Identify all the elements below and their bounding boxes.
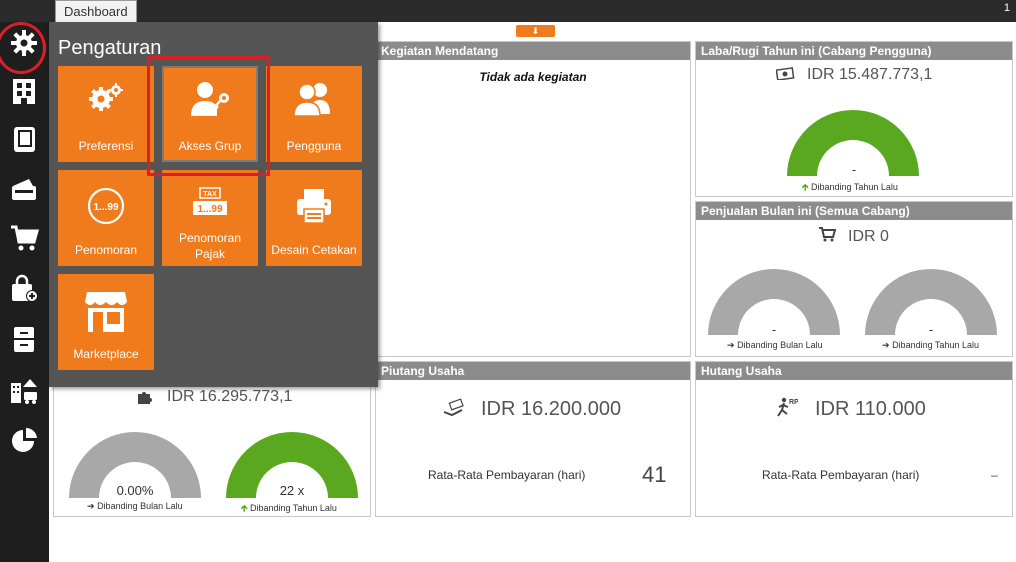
pie-chart-icon	[9, 425, 39, 460]
payables-amount: IDR 110.000	[815, 398, 926, 420]
panel-upcoming-activities: Kegiatan Mendatang Tidak ada kegiatan	[375, 41, 691, 357]
sidebar-item-ledger[interactable]	[5, 122, 43, 160]
panel-title: Kegiatan Mendatang	[376, 42, 690, 60]
building-icon	[9, 76, 39, 111]
puzzle-icon	[136, 388, 154, 411]
tile-label-line1: Penomoran	[178, 231, 242, 245]
sidebar	[0, 22, 49, 562]
top-counter[interactable]: 1	[1004, 2, 1010, 14]
tile-label: Penomoran	[74, 243, 138, 257]
money-icon	[775, 66, 796, 85]
panel-title: Laba/Rugi Tahun ini (Cabang Pengguna)	[696, 42, 1012, 60]
inventory-amount: IDR 16.295.773,1	[167, 388, 293, 405]
numbering-icon: 1...99	[58, 186, 154, 226]
sales-gauge-year-value: -	[928, 322, 934, 337]
sidebar-item-settings[interactable]	[5, 26, 43, 64]
panel-sales: Penjualan Bulan ini (Semua Cabang) IDR 0…	[695, 201, 1013, 357]
sales-compare-month: ➔ Dibanding Bulan Lalu	[727, 340, 823, 351]
cabinet-icon	[9, 324, 39, 359]
tile-label-line2: Pajak	[194, 247, 226, 261]
sales-gauge-month-value: -	[771, 322, 777, 337]
compare-label: Dibanding Bulan Lalu	[737, 340, 823, 350]
profit-amount: IDR 15.487.773,1	[807, 66, 933, 83]
panel-title: Piutang Usaha	[376, 362, 690, 380]
cart-icon	[9, 223, 39, 258]
arrow-right-icon: ➔	[87, 501, 95, 511]
sidebar-item-company[interactable]	[5, 74, 43, 112]
sidebar-item-sales[interactable]	[5, 221, 43, 259]
panel-title: Penjualan Bulan ini (Semua Cabang)	[696, 202, 1012, 220]
users-icon	[266, 80, 362, 118]
tile-pengguna[interactable]: Pengguna	[266, 66, 362, 162]
tab-dashboard[interactable]: Dashboard	[55, 0, 137, 22]
book-icon	[9, 124, 39, 159]
inventory-gauge-year-value: 22 x	[279, 483, 305, 498]
tax-numbering-icon: TAX 1...99	[162, 184, 258, 224]
top-bar: Dashboard 1	[0, 0, 1016, 22]
collapse-handle[interactable]: ⬇	[516, 25, 555, 37]
sales-amount: IDR 0	[848, 228, 889, 245]
tile-penomoran-pajak[interactable]: TAX 1...99 Penomoran Pajak	[162, 170, 258, 266]
sidebar-item-assets[interactable]	[5, 373, 43, 411]
running-rp-icon: RP	[776, 396, 799, 423]
sidebar-item-inventory[interactable]	[5, 322, 43, 360]
sidebar-item-purchase[interactable]	[5, 272, 43, 310]
arrow-right-icon: ➔	[727, 340, 735, 350]
empty-message: Tidak ada kegiatan	[479, 70, 587, 84]
bag-add-icon	[9, 274, 39, 309]
panel-title: Hutang Usaha	[696, 362, 1012, 380]
profit-gauge-value: -	[851, 162, 857, 177]
payables-avg-value: –	[991, 468, 998, 482]
hand-money-icon	[442, 398, 466, 423]
tile-desain-cetakan[interactable]: Desain Cetakan	[266, 170, 362, 266]
sidebar-item-cash[interactable]	[5, 172, 43, 210]
receivables-avg-label: Rata-Rata Pembayaran (hari)	[428, 468, 586, 482]
arrow-up-icon: 🡱	[241, 503, 248, 513]
profit-compare: 🡱 Dibanding Tahun Lalu	[802, 180, 898, 196]
highlight-box	[147, 56, 270, 176]
settings-menu-title: Pengaturan	[58, 37, 162, 59]
gears-icon	[58, 80, 154, 114]
receivables-avg-value: 41	[642, 462, 667, 487]
arrow-right-icon: ➔	[882, 340, 890, 350]
inventory-compare-month: ➔ Dibanding Bulan Lalu	[87, 501, 183, 512]
tile-label: Penomoran Pajak	[162, 230, 258, 262]
settings-menu: Pengaturan Preferensi Akses Grup Penggun…	[49, 22, 378, 387]
tax-numbering-badge: 1...99	[197, 204, 222, 215]
building-truck-icon	[9, 375, 39, 410]
panel-profit-loss: Laba/Rugi Tahun ini (Cabang Pengguna) ID…	[695, 41, 1013, 197]
wallet-icon	[9, 174, 39, 209]
compare-label: Dibanding Tahun Lalu	[249, 503, 337, 513]
tile-label: Desain Cetakan	[271, 243, 357, 257]
inventory-gauge-month-value: 0.00%	[116, 483, 154, 498]
tile-label: Pengguna	[286, 139, 342, 153]
printer-icon	[266, 186, 362, 226]
gear-icon	[9, 28, 39, 63]
tile-penomoran[interactable]: 1...99 Penomoran	[58, 170, 154, 266]
sidebar-item-reports[interactable]	[5, 423, 43, 461]
sales-compare-year: ➔ Dibanding Tahun Lalu	[882, 340, 979, 351]
compare-label: Dibanding Tahun Lalu	[892, 340, 979, 350]
cart-icon	[818, 226, 837, 247]
inventory-compare-year: 🡱 Dibanding Tahun Lalu	[241, 501, 337, 517]
payables-avg-label: Rata-Rata Pembayaran (hari)	[762, 468, 920, 482]
tile-label: Marketplace	[73, 347, 139, 361]
numbering-badge: 1...99	[93, 202, 118, 213]
tax-badge: TAX	[203, 191, 217, 198]
tile-label: Preferensi	[78, 139, 134, 153]
tile-marketplace[interactable]: Marketplace	[58, 274, 154, 370]
panel-receivables: Piutang Usaha IDR 16.200.000 Rata-Rata P…	[375, 361, 691, 517]
panel-payables: Hutang Usaha RP IDR 110.000 Rata-Rata Pe…	[695, 361, 1013, 517]
arrow-up-icon: 🡱	[802, 182, 809, 192]
svg-text:RP: RP	[789, 399, 798, 406]
compare-label: Dibanding Bulan Lalu	[97, 501, 183, 511]
compare-label: Dibanding Tahun Lalu	[810, 182, 898, 192]
receivables-amount: IDR 16.200.000	[481, 398, 622, 420]
store-icon	[58, 288, 154, 334]
tile-preferensi[interactable]: Preferensi	[58, 66, 154, 162]
